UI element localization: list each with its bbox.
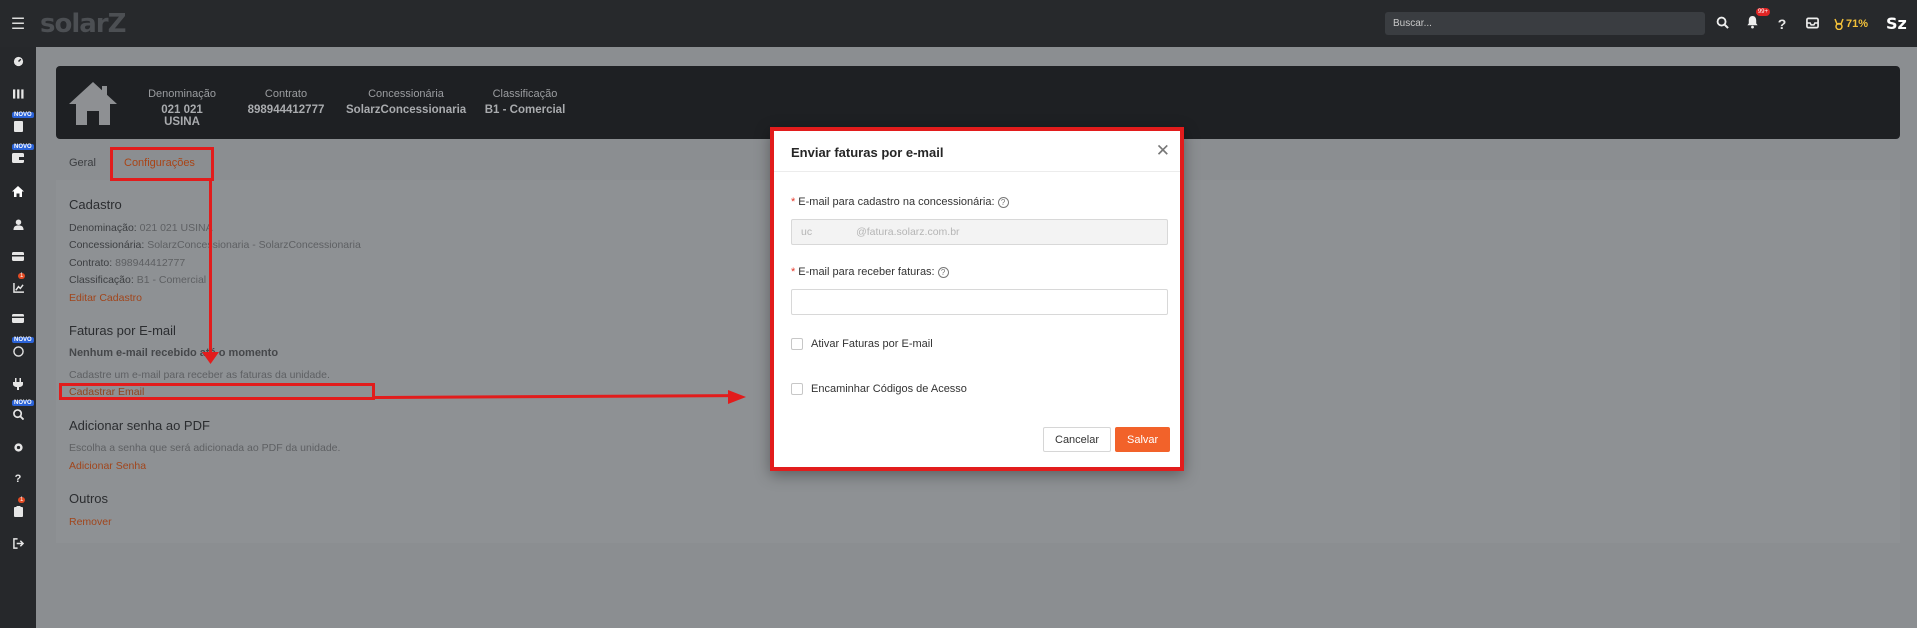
clipboard-icon[interactable] (0, 506, 36, 520)
help-icon[interactable]: ? (1774, 16, 1790, 32)
email-faturas-input[interactable] (791, 289, 1168, 315)
header-value: B1 - Comercial (484, 104, 566, 116)
header-field-denominacao: Denominação 021 021 USINA (142, 88, 222, 128)
checkbox-box[interactable] (791, 383, 803, 395)
header-field-classificacao: Classificação B1 - Comercial (480, 88, 570, 116)
faturas-title: Faturas por E-mail (69, 323, 176, 338)
checkbox-label: Ativar Faturas por E-mail (811, 338, 933, 350)
plug-icon[interactable] (0, 378, 36, 393)
header-label: Concessionária (368, 88, 444, 100)
top-icons: 99+ ? 71% Sz (1714, 0, 1907, 47)
senha-title: Adicionar senha ao PDF (69, 418, 210, 433)
help-icon[interactable]: ? (937, 267, 949, 278)
annotation-arrowhead-right (728, 390, 746, 404)
wallet-icon[interactable] (0, 153, 36, 166)
whatsapp-icon[interactable] (0, 346, 36, 360)
row-label: Contrato: (69, 257, 113, 269)
header-label: Classificação (492, 88, 558, 100)
progress-indicator[interactable]: 71% (1834, 18, 1872, 30)
outros-title: Outros (69, 491, 109, 506)
tab-geral[interactable]: Geral (69, 157, 96, 169)
row-label: Denominação: (69, 222, 137, 234)
checkbox-box[interactable] (791, 338, 803, 350)
new-badge: NOVO (12, 144, 34, 150)
help-icon[interactable]: ? (997, 197, 1009, 208)
inbox-icon[interactable] (1804, 16, 1820, 32)
send-invoices-modal: Enviar faturas por e-mail ✕ * E-mail para… (770, 127, 1184, 471)
document-icon[interactable] (0, 121, 36, 135)
email-faturas-label: * E-mail para receber faturas:? (791, 266, 949, 278)
search-icon[interactable] (1714, 16, 1730, 32)
help-icon[interactable]: ? (0, 473, 36, 485)
encaminhar-codigos-checkbox[interactable]: Encaminhar Códigos de Acesso (791, 383, 967, 395)
faturas-hint: Cadastre um e-mail para receber as fatur… (69, 369, 330, 381)
cadastro-row: Classificação: B1 - Comercial (69, 274, 206, 286)
card-icon[interactable] (0, 252, 36, 264)
row-value: SolarzConcessionaria - SolarzConcessiona… (147, 239, 361, 251)
progress-percent: 71% (1846, 17, 1869, 30)
annotation-box-cadastrar-email (59, 383, 375, 400)
cadastro-title: Cadastro (69, 197, 122, 212)
faturas-empty-text: Nenhum e-mail recebido até o momento (69, 347, 279, 359)
modal-divider (774, 171, 1180, 172)
home-icon (69, 82, 117, 125)
search-input[interactable]: Buscar... (1385, 12, 1705, 35)
home-icon[interactable] (0, 186, 36, 200)
medal-icon (1834, 18, 1844, 30)
row-value: 898944412777 (115, 257, 186, 269)
row-value: B1 - Comercial (136, 274, 207, 286)
email-suffix: @fatura.solarz.com.br (856, 226, 960, 238)
billing-icon[interactable] (0, 314, 36, 326)
field-label: E-mail para receber faturas: (798, 266, 935, 278)
annotation-box-config-tab (110, 147, 214, 181)
new-badge: NOVO (12, 112, 34, 118)
header-field-concessionaria: Concessionária SolarzConcessionaria (346, 88, 466, 116)
cadastro-row: Contrato: 898944412777 (69, 257, 185, 269)
cadastro-row: Concessionária: SolarzConcessionaria - S… (69, 239, 361, 251)
header-value: 898944412777 (247, 104, 325, 116)
edit-cadastro-link[interactable]: Editar Cadastro (69, 292, 142, 304)
row-value: 021 021 USINA (139, 222, 213, 234)
cancel-button[interactable]: Cancelar (1043, 427, 1112, 452)
settings-icon[interactable] (0, 442, 36, 456)
menu-icon[interactable]: ☰ (0, 14, 36, 34)
email-prefix: uc (801, 226, 813, 238)
header-value: 021 021 USINA (161, 104, 203, 128)
field-label: E-mail para cadastro na concessionária: (798, 196, 995, 208)
email-concessionaria-input: uc @fatura.solarz.com.br (791, 219, 1168, 245)
annotation-arrow-line (209, 180, 212, 356)
grid-icon[interactable] (0, 89, 36, 102)
ativar-faturas-checkbox[interactable]: Ativar Faturas por E-mail (791, 338, 933, 350)
new-badge: NOVO (12, 337, 34, 343)
cadastro-row: Denominação: 021 021 USINA (69, 222, 213, 234)
email-concessionaria-label: * E-mail para cadastro na concessionária:… (791, 196, 1009, 208)
adicionar-senha-link[interactable]: Adicionar Senha (69, 460, 146, 472)
remover-link[interactable]: Remover (69, 516, 112, 528)
row-label: Concessionária: (69, 239, 145, 251)
row-label: Classificação: (69, 274, 134, 286)
senha-hint: Escolha a senha que será adicionada ao P… (69, 442, 341, 454)
notification-badge: 99+ (1755, 8, 1770, 16)
search-plus-icon[interactable] (0, 409, 36, 423)
header-label: Contrato (264, 88, 308, 100)
annotation-arrowhead-down (202, 352, 219, 364)
modal-title: Enviar faturas por e-mail (791, 145, 944, 160)
required-marker: * (791, 266, 796, 278)
close-icon[interactable]: ✕ (1156, 141, 1170, 161)
new-badge: NOVO (12, 400, 34, 406)
header-field-contrato: Contrato 898944412777 (246, 88, 326, 116)
chart-icon[interactable] (0, 283, 36, 296)
logout-icon[interactable] (0, 538, 36, 552)
dashboard-icon[interactable] (0, 56, 36, 70)
user-icon[interactable] (0, 219, 36, 233)
save-button[interactable]: Salvar (1115, 427, 1171, 452)
header-value: SolarzConcessionaria (346, 104, 467, 116)
app-logo[interactable]: solarZ (40, 9, 126, 39)
user-avatar-icon[interactable]: Sz (1886, 14, 1907, 33)
bell-icon[interactable]: 99+ (1744, 8, 1770, 32)
header-label: Denominação (148, 88, 216, 100)
checkbox-label: Encaminhar Códigos de Acesso (811, 383, 967, 395)
required-marker: * (791, 196, 796, 208)
